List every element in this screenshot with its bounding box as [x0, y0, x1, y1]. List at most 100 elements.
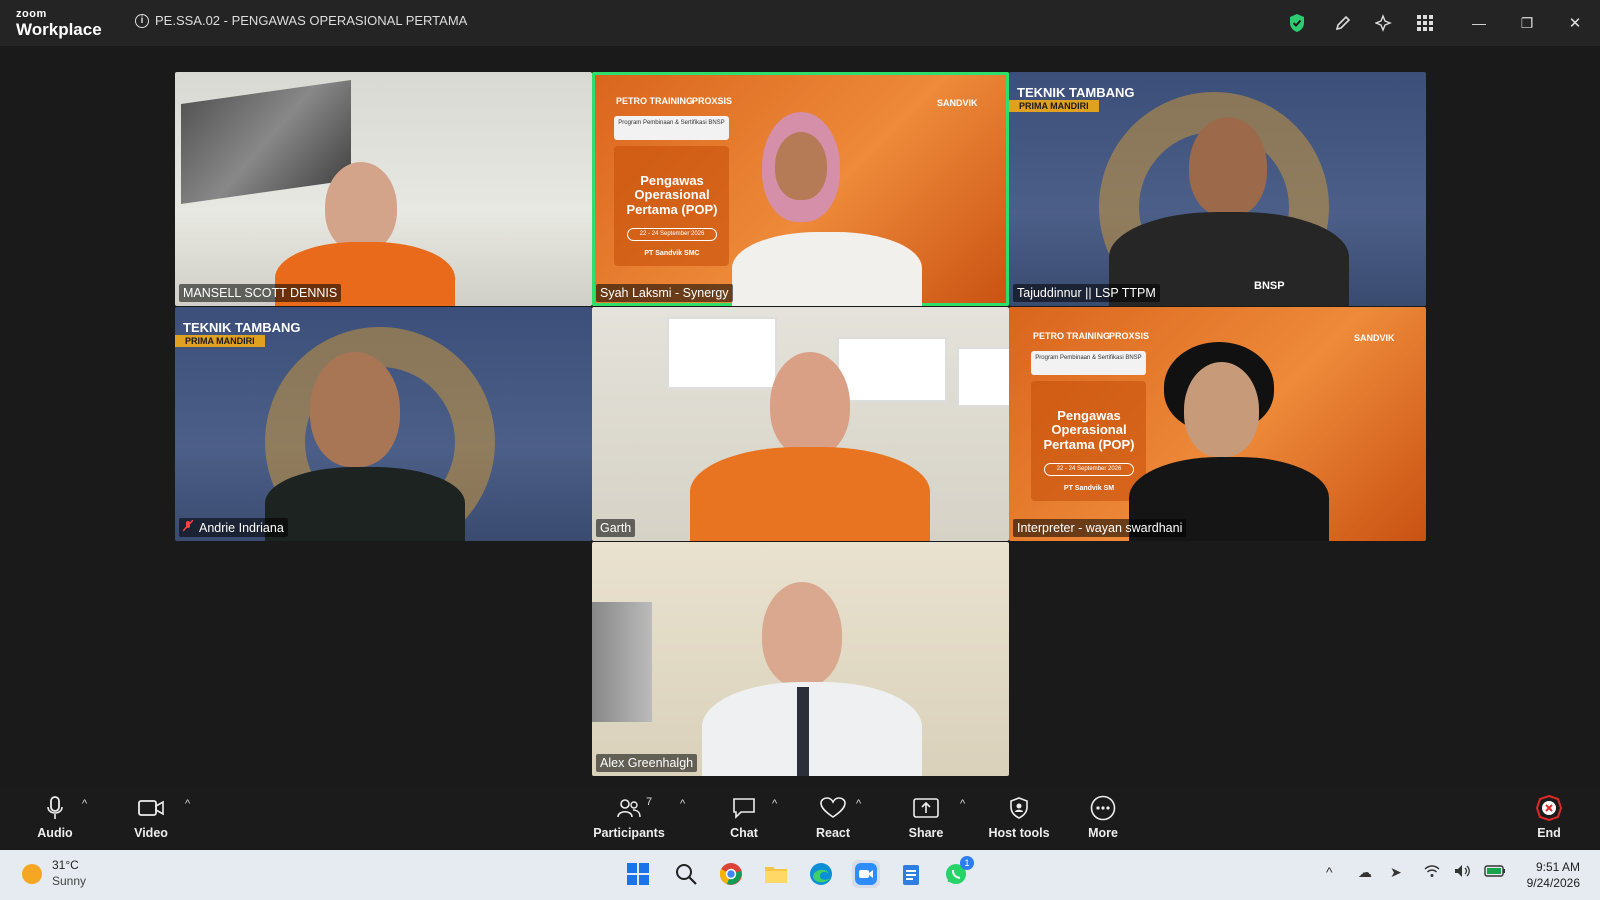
video-tile-interpreter[interactable]: PETRO TRAINING PROXSIS SANDVIK Program P… [1009, 307, 1426, 541]
share-options-caret-icon[interactable]: ^ [960, 798, 965, 810]
participant-name: Andrie Indriana [199, 520, 284, 535]
shield-icon [1009, 794, 1029, 822]
wall-picture [837, 337, 947, 402]
proxsis-logo-text: PROXSIS [692, 96, 733, 106]
wall-picture [667, 317, 777, 389]
host-tools-button[interactable]: Host tools [974, 794, 1064, 840]
notepad-icon[interactable] [897, 860, 925, 888]
heart-icon [820, 794, 846, 822]
chat-options-caret-icon[interactable]: ^ [772, 798, 777, 810]
audio-label: Audio [37, 826, 73, 840]
video-tile-tajuddinnur[interactable]: TEKNIK TAMBANG PRIMA MANDIRI BNSP Tajudd… [1009, 72, 1426, 306]
wifi-icon[interactable] [1424, 864, 1440, 881]
microphone-icon [47, 794, 63, 822]
more-icon [1090, 794, 1116, 822]
file-explorer-icon[interactable] [762, 860, 790, 888]
proxsis-logo-text: PROXSIS [1109, 331, 1150, 341]
participants-count: 7 [646, 796, 653, 808]
logo-line2: Workplace [16, 20, 102, 39]
whatsapp-badge: 1 [960, 856, 974, 870]
meeting-controls: Audio ^ Video ^ Participants 7 ^ Chat ^ … [0, 788, 1600, 850]
battery-icon[interactable] [1484, 864, 1506, 880]
video-grid: MANSELL SCOTT DENNIS PETRO TRAINING PROX… [0, 46, 1600, 788]
clock-time: 9:51 AM [1535, 860, 1580, 874]
participant-name: Alex Greenhalgh [596, 754, 698, 772]
share-button[interactable]: Share [881, 794, 971, 840]
camera-icon [138, 794, 164, 822]
teknik-tambang-logo: TEKNIK TAMBANG [1017, 85, 1135, 100]
search-icon[interactable] [672, 860, 700, 888]
clock-date: 9/24/2026 [1526, 876, 1580, 891]
whatsapp-icon[interactable]: 1 [942, 856, 974, 888]
petro-logo-text: PETRO TRAINING [1033, 331, 1111, 341]
program-label: Program Pembinaan & Sertifikasi BNSP [614, 116, 729, 140]
onedrive-icon[interactable]: ☁ [1358, 864, 1372, 881]
participant-tie [797, 687, 809, 776]
windows-start-icon[interactable] [624, 860, 652, 888]
banner-title: Pengawas Operasional Pertama (POP) [1043, 408, 1135, 452]
participant-face [1184, 362, 1259, 457]
react-options-caret-icon[interactable]: ^ [856, 798, 861, 810]
apps-grid-icon[interactable] [1410, 10, 1440, 36]
end-button[interactable]: End [1504, 794, 1594, 840]
participant-name: MANSELL SCOTT DENNIS [179, 284, 342, 302]
share-label: Share [908, 826, 944, 840]
video-button[interactable]: Video [106, 794, 196, 840]
video-tile-andrie[interactable]: TEKNIK TAMBANG PRIMA MANDIRI Andrie Indr… [175, 307, 592, 541]
teknik-tambang-logo: TEKNIK TAMBANG [183, 320, 301, 335]
ai-sparkle-icon[interactable] [1369, 10, 1399, 36]
location-icon[interactable]: ➤ [1390, 864, 1402, 881]
temperature: 31°C [52, 858, 79, 872]
shield-check-icon[interactable] [1282, 10, 1312, 36]
participant-body [732, 232, 922, 306]
date-label: 22 - 24 September 2026 [627, 228, 717, 241]
meeting-info[interactable]: i PE.SSA.02 - PENGAWAS OPERASIONAL PERTA… [135, 13, 467, 28]
zoom-app-icon[interactable] [852, 860, 880, 888]
muted-mic-icon [182, 519, 194, 535]
video-tile-syah[interactable]: PETRO TRAINING PROXSIS SANDVIK Program P… [592, 72, 1009, 306]
participant-body [702, 682, 922, 776]
chrome-icon[interactable] [717, 860, 745, 888]
sun-icon [22, 863, 42, 884]
participant-face [310, 352, 400, 467]
pen-icon[interactable] [1328, 10, 1358, 36]
chat-icon [732, 794, 756, 822]
share-screen-icon [913, 794, 939, 822]
end-call-icon [1536, 794, 1562, 822]
prima-mandiri-label: PRIMA MANDIRI [175, 335, 265, 347]
weather-widget[interactable]: 31°C Sunny [22, 858, 86, 889]
bnsp-logo-text: BNSP [1254, 280, 1285, 292]
restore-button[interactable]: ❐ [1512, 10, 1542, 36]
wall-picture [181, 80, 351, 204]
video-tile-alex[interactable]: Alex Greenhalgh [592, 542, 1009, 776]
show-hidden-icons-chevron-icon[interactable]: ^ [1326, 864, 1333, 880]
video-tile-garth[interactable]: Garth [592, 307, 1009, 541]
program-label: Program Pembinaan & Sertifikasi BNSP [1031, 351, 1146, 375]
volume-icon[interactable] [1454, 864, 1472, 881]
title-bar: zoom Workplace i PE.SSA.02 - PENGAWAS OP… [0, 0, 1600, 46]
participant-name-row: Andrie Indriana [179, 518, 288, 537]
audio-options-caret-icon[interactable]: ^ [82, 798, 87, 810]
video-options-caret-icon[interactable]: ^ [185, 798, 190, 810]
participants-button[interactable]: Participants [584, 794, 674, 840]
sandvik-logo-text: SANDVIK [1354, 333, 1395, 343]
participants-icon [617, 794, 641, 822]
meeting-title: PE.SSA.02 - PENGAWAS OPERASIONAL PERTAMA [155, 13, 468, 28]
weather-condition: Sunny [52, 873, 87, 888]
participant-face [325, 162, 397, 252]
participants-options-caret-icon[interactable]: ^ [680, 798, 685, 810]
participant-face [775, 132, 827, 200]
edge-icon[interactable] [807, 860, 835, 888]
info-icon[interactable]: i [135, 13, 149, 28]
close-button[interactable]: ✕ [1560, 10, 1590, 36]
more-label: More [1088, 826, 1118, 840]
participants-label: Participants [593, 826, 665, 840]
more-button[interactable]: More [1058, 794, 1148, 840]
petro-logo-text: PETRO TRAINING [616, 96, 694, 106]
host-tools-label: Host tools [988, 826, 1050, 840]
react-button[interactable]: React [788, 794, 878, 840]
participant-name: Interpreter - wayan swardhani [1013, 519, 1187, 537]
video-tile-mansell[interactable]: MANSELL SCOTT DENNIS [175, 72, 592, 306]
system-clock[interactable]: 9:51 AM 9/24/2026 [1527, 859, 1580, 891]
minimize-button[interactable]: — [1464, 10, 1494, 36]
